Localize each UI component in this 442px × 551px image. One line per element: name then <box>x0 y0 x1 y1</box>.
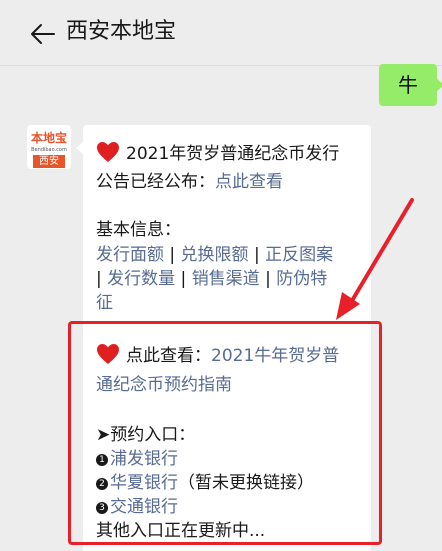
basic-info-label: 基本信息： <box>96 220 181 240</box>
separator: | <box>164 245 181 265</box>
separator: | <box>175 269 192 289</box>
my-message-bubble[interactable]: 牛 <box>379 64 442 106</box>
message-line-1: 2021年贺岁普通纪念币发行 <box>96 141 339 166</box>
logo-text: 本地宝 <box>30 131 67 145</box>
page-title: 西安本地宝 <box>66 19 177 44</box>
link-denomination[interactable]: 发行面额 <box>96 245 164 265</box>
separator: | <box>259 269 277 289</box>
basic-links-row-2: | 发行数量 | 销售渠道 | 防伪特 <box>96 267 327 291</box>
back-arrow-icon[interactable] <box>30 21 56 47</box>
link-sales-channel[interactable]: 销售渠道 <box>192 269 260 289</box>
logo-url: Bendibao.com <box>31 147 67 153</box>
view-link[interactable]: 点此查看 <box>215 172 283 192</box>
message-line-2: 公告已经公布：点此查看 <box>96 170 283 194</box>
link-exchange-limit[interactable]: 兑换限额 <box>181 245 249 265</box>
separator: | <box>248 245 266 265</box>
top-bar: 西安本地宝 <box>0 0 442 66</box>
separator: | <box>96 269 108 289</box>
link-quantity[interactable]: 发行数量 <box>107 269 175 289</box>
highlight-box <box>68 321 382 545</box>
link-design[interactable]: 正反图案 <box>265 245 333 265</box>
heart-icon <box>97 142 119 162</box>
announce-title: 2021年贺岁普通纪念币发行 <box>126 144 340 164</box>
link-anti-counterfeit-part2[interactable]: 征 <box>96 293 113 313</box>
basic-links-row-1: 发行面额 | 兑换限额 | 正反图案 <box>96 243 333 267</box>
basic-links-row-3: 征 <box>96 291 113 315</box>
avatar[interactable]: 本地宝 Bendibao.com 西安 <box>27 125 71 169</box>
logo-city: 西安 <box>33 155 65 168</box>
link-anti-counterfeit-part1[interactable]: 防伪特 <box>276 269 327 289</box>
announce-label: 公告已经公布： <box>96 172 215 192</box>
